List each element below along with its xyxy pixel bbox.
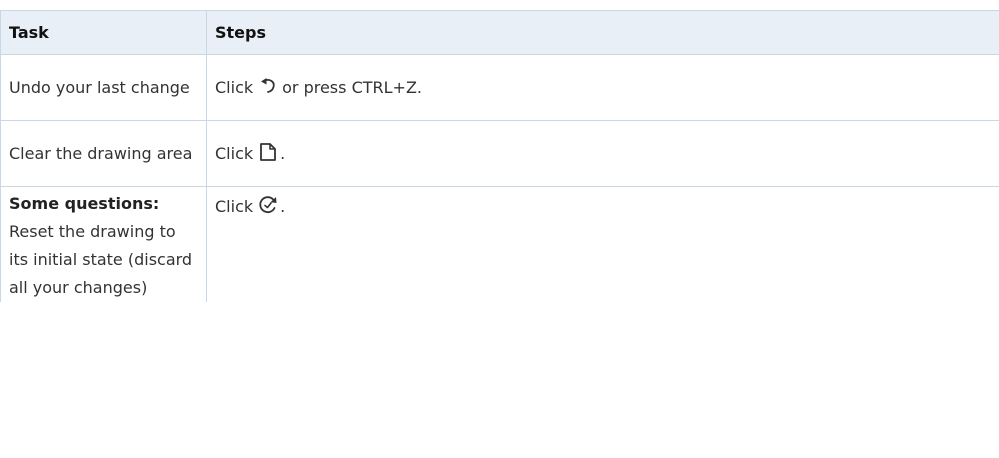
steps-cell: Click or press CTRL+Z. [206, 54, 999, 121]
new-page-icon [257, 141, 279, 163]
header-steps: Steps [206, 10, 999, 55]
help-table: Task Steps Undo your last change Click or… [0, 10, 999, 302]
reset-icon [257, 194, 279, 216]
header-row: Task Steps [0, 10, 999, 55]
task-cell: Clear the drawing area [0, 120, 207, 187]
task-heading: Some questions: [9, 194, 160, 213]
steps-suffix: . [280, 197, 286, 216]
table-row: Some questions: Reset the drawing to its … [0, 186, 999, 302]
header-task: Task [0, 10, 207, 55]
task-cell: Some questions: Reset the drawing to its … [0, 186, 207, 302]
steps-prefix: Click [215, 197, 254, 216]
task-cell: Undo your last change [0, 54, 207, 121]
steps-prefix: Click [215, 77, 254, 97]
steps-cell: Click. [206, 120, 999, 187]
steps-prefix: Click [215, 143, 254, 163]
undo-icon [257, 75, 279, 97]
task-text: Reset the drawing to its initial state (… [9, 222, 193, 297]
steps-cell: Click. [206, 186, 999, 302]
table-row: Undo your last change Click or press CTRL… [0, 54, 999, 121]
table-row: Clear the drawing area Click. [0, 120, 999, 187]
steps-suffix: . [280, 143, 286, 163]
steps-suffix: or press CTRL+Z. [282, 77, 422, 97]
